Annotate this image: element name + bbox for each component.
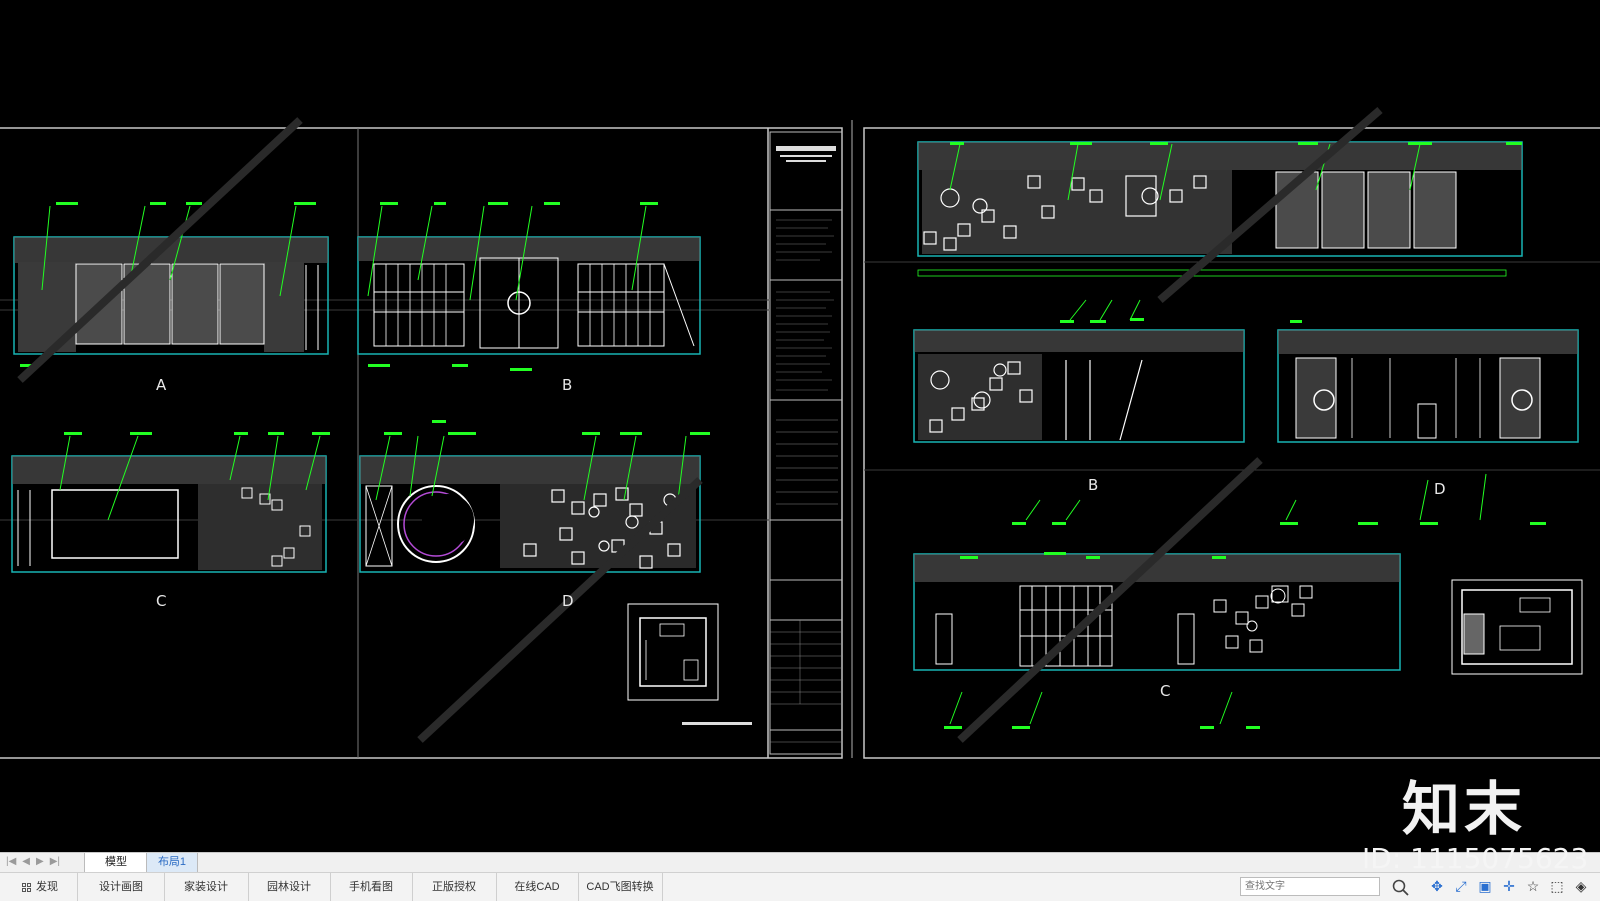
elevation-b-right <box>913 329 1245 443</box>
search-text-input[interactable] <box>1240 877 1380 896</box>
key-plan-left <box>627 603 752 725</box>
design-drawing-button[interactable]: 设计画图 <box>78 873 165 901</box>
elevation-d-right <box>1277 329 1579 443</box>
elevation-c-right <box>913 553 1401 671</box>
label-elevation-c-right: C <box>1160 682 1171 700</box>
home-design-button[interactable]: 家装设计 <box>164 873 249 901</box>
layers-icon[interactable]: ◈ <box>1572 877 1590 895</box>
layout-tab-bar: |◀ ◀ ▶ ▶| 模型 布局1 <box>0 852 1600 873</box>
mobile-view-button[interactable]: 手机看图 <box>330 873 413 901</box>
license-button[interactable]: 正版授权 <box>412 873 497 901</box>
zoom-icon[interactable]: ⤢ <box>1452 877 1470 895</box>
last-tab-icon[interactable]: ▶| <box>50 856 60 867</box>
cad-drawing <box>0 106 1600 759</box>
watermark-logo: 知末 <box>1402 775 1527 843</box>
elevation-d <box>359 455 701 573</box>
annotation-leaders <box>41 143 1487 725</box>
discover-label: 发现 <box>36 881 58 893</box>
tab-navigation: |◀ ◀ ▶ ▶| <box>6 856 60 867</box>
next-tab-icon[interactable]: ▶ <box>36 856 44 867</box>
label-elevation-c: C <box>156 592 167 610</box>
landscape-design-button[interactable]: 园林设计 <box>248 873 331 901</box>
watermark-id: ID: 1115075623 <box>1362 842 1589 875</box>
elevation-c <box>11 455 327 573</box>
bottom-toolbar: 发现 设计画图 家装设计 园林设计 手机看图 正版授权 在线CAD CAD飞图转… <box>0 872 1600 901</box>
elevation-b <box>357 236 701 355</box>
label-elevation-a: A <box>156 376 167 394</box>
cad-convert-button[interactable]: CAD飞图转换 <box>578 873 663 901</box>
search-icon[interactable] <box>1390 877 1412 897</box>
title-block-logo <box>776 146 836 162</box>
online-cad-button[interactable]: 在线CAD <box>496 873 579 901</box>
cad-drawing-canvas[interactable]: A B C D B D C 知末 <box>0 0 1600 852</box>
label-elevation-d: D <box>562 592 574 610</box>
tab-model[interactable]: 模型 <box>84 853 148 873</box>
label-elevation-d-right: D <box>1434 480 1446 498</box>
left-sheet-frame <box>0 127 843 759</box>
window-icon[interactable]: ▣ <box>1476 877 1494 895</box>
first-tab-icon[interactable]: |◀ <box>6 856 16 867</box>
discover-button[interactable]: 发现 <box>0 873 78 901</box>
view-tools: ✥ ⤢ ▣ ✛ ☆ ⬚ ◈ <box>1428 877 1590 895</box>
label-elevation-b-right: B <box>1088 476 1099 494</box>
elevation-a-right <box>917 141 1523 277</box>
star-icon[interactable]: ☆ <box>1524 877 1542 895</box>
crosshair-icon[interactable]: ✛ <box>1500 877 1518 895</box>
box-icon[interactable]: ⬚ <box>1548 877 1566 895</box>
tab-layout1[interactable]: 布局1 <box>146 853 198 873</box>
title-block <box>769 131 843 755</box>
key-plan-right <box>1451 579 1583 675</box>
grid-icon <box>22 882 31 892</box>
prev-tab-icon[interactable]: ◀ <box>22 856 30 867</box>
label-elevation-b: B <box>562 376 573 394</box>
pan-icon[interactable]: ✥ <box>1428 877 1446 895</box>
